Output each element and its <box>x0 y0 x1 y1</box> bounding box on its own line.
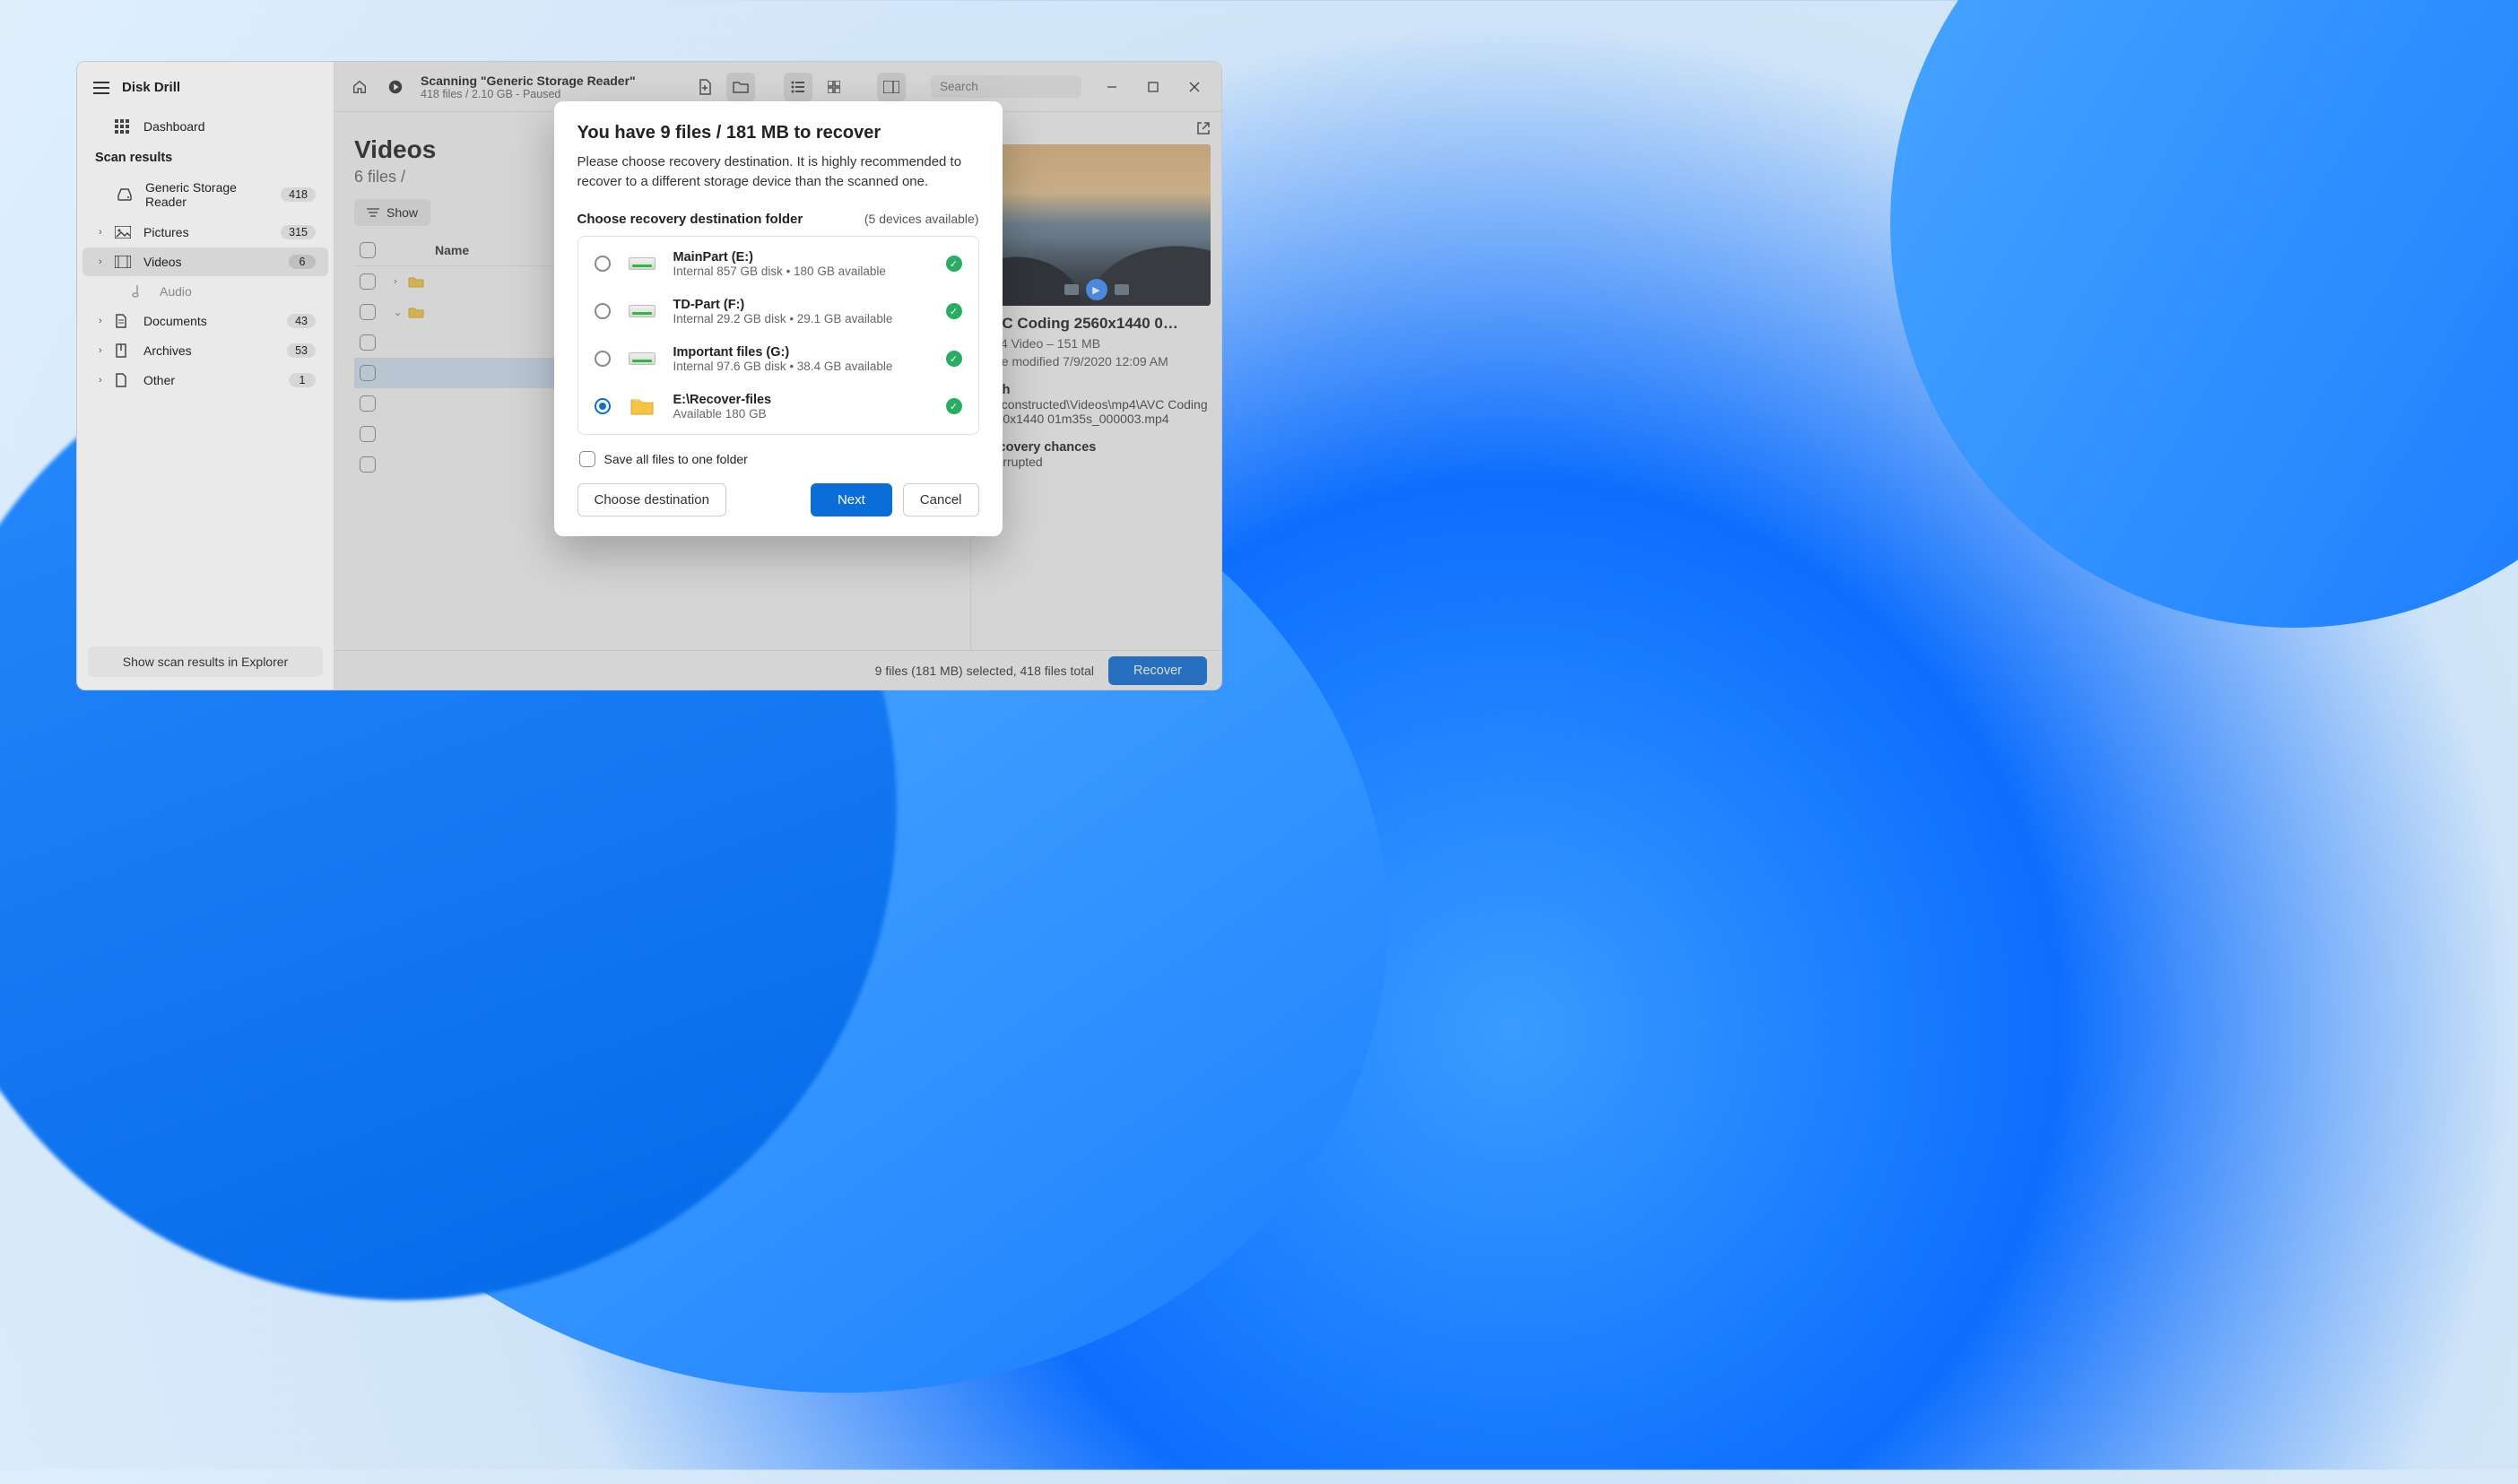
destination-sub: Internal 97.6 GB disk • 38.4 GB availabl… <box>673 360 930 373</box>
sidebar-item-dashboard[interactable]: Dashboard <box>82 112 328 141</box>
chevron-right-icon: › <box>99 375 109 386</box>
chevron-right-icon: › <box>99 256 109 267</box>
sidebar-item-count: 315 <box>281 225 316 239</box>
save-to-one-folder-checkbox[interactable] <box>579 451 595 467</box>
sidebar-item-label: Pictures <box>143 225 281 239</box>
sidebar-heading-results: Scan results <box>77 142 334 172</box>
destination-sub: Internal 857 GB disk • 180 GB available <box>673 265 930 278</box>
check-ok-icon: ✓ <box>946 351 962 367</box>
check-ok-icon: ✓ <box>946 303 962 319</box>
sidebar-item-videos[interactable]: › Videos6 <box>82 247 328 276</box>
sidebar: Disk Drill Dashboard Scan results Generi… <box>77 62 334 690</box>
sidebar-item-archives[interactable]: › Archives53 <box>82 336 328 365</box>
sidebar-item-other[interactable]: › Other1 <box>82 366 328 395</box>
sidebar-item-documents[interactable]: › Documents43 <box>82 307 328 335</box>
documents-icon <box>115 314 135 328</box>
drive-icon <box>627 300 657 322</box>
chevron-right-icon: › <box>99 345 109 356</box>
sidebar-item-device[interactable]: Generic Storage Reader 418 <box>82 173 328 216</box>
sidebar-item-count: 1 <box>289 373 316 387</box>
chevron-right-icon: › <box>99 316 109 326</box>
destination-sub: Internal 29.2 GB disk • 29.1 GB availabl… <box>673 312 930 325</box>
sidebar-item-label: Other <box>143 373 289 387</box>
menu-icon[interactable] <box>93 82 109 94</box>
dashboard-label: Dashboard <box>143 119 316 134</box>
folder-icon <box>627 395 657 417</box>
check-ok-icon: ✓ <box>946 256 962 272</box>
destination-option[interactable]: Important files (G:)Internal 97.6 GB dis… <box>578 335 978 383</box>
recovery-destination-dialog: You have 9 files / 181 MB to recover Ple… <box>554 101 1003 536</box>
device-label: Generic Storage Reader <box>145 180 281 209</box>
chevron-right-icon: › <box>99 227 109 238</box>
drive-icon <box>627 348 657 369</box>
choose-destination-label: Choose recovery destination folder <box>577 212 803 227</box>
devices-available: (5 devices available) <box>864 212 979 226</box>
destination-radio[interactable] <box>595 351 611 367</box>
next-button[interactable]: Next <box>811 483 892 516</box>
destination-radio[interactable] <box>595 256 611 272</box>
device-count: 418 <box>281 187 316 202</box>
destination-name: TD-Part (F:) <box>673 298 930 312</box>
app-title: Disk Drill <box>122 80 180 95</box>
sidebar-item-count: 43 <box>287 314 316 328</box>
pictures-icon <box>115 226 135 239</box>
dashboard-icon <box>115 119 135 134</box>
sidebar-item-label: Videos <box>143 255 289 269</box>
sidebar-item-count: 53 <box>287 343 316 358</box>
audio-icon <box>131 284 151 299</box>
check-ok-icon: ✓ <box>946 398 962 414</box>
videos-icon <box>115 256 135 268</box>
cancel-button[interactable]: Cancel <box>903 483 979 516</box>
archives-icon <box>115 343 135 358</box>
drive-icon <box>627 253 657 274</box>
destination-name: Important files (G:) <box>673 345 930 360</box>
modal-backdrop[interactable]: You have 9 files / 181 MB to recover Ple… <box>334 62 1221 690</box>
destination-sub: Available 180 GB <box>673 407 930 421</box>
save-to-one-folder-label: Save all files to one folder <box>604 452 748 466</box>
sidebar-item-label: Archives <box>143 343 287 358</box>
choose-destination-button[interactable]: Choose destination <box>577 483 726 516</box>
destination-name: MainPart (E:) <box>673 250 930 265</box>
sidebar-item-audio[interactable]: Audio <box>82 277 328 306</box>
destination-option[interactable]: TD-Part (F:)Internal 29.2 GB disk • 29.1… <box>578 288 978 335</box>
other-icon <box>115 373 135 387</box>
sidebar-item-label: Audio <box>160 284 316 299</box>
sidebar-item-pictures[interactable]: › Pictures315 <box>82 218 328 247</box>
destination-name: E:\Recover-files <box>673 393 930 407</box>
destination-option[interactable]: E:\Recover-filesAvailable 180 GB ✓ <box>578 383 978 430</box>
modal-title: You have 9 files / 181 MB to recover <box>577 123 979 143</box>
modal-description: Please choose recovery destination. It i… <box>577 152 979 192</box>
app-window: Disk Drill Dashboard Scan results Generi… <box>76 61 1222 690</box>
disk-icon <box>117 188 136 201</box>
destination-option[interactable]: MainPart (E:)Internal 857 GB disk • 180 … <box>578 240 978 288</box>
sidebar-item-label: Documents <box>143 314 287 328</box>
main-area: Scanning "Generic Storage Reader" 418 fi… <box>334 62 1221 690</box>
sidebar-item-count: 6 <box>289 255 316 269</box>
destination-list: MainPart (E:)Internal 857 GB disk • 180 … <box>577 236 979 435</box>
destination-radio[interactable] <box>595 303 611 319</box>
destination-radio[interactable] <box>595 398 611 414</box>
show-in-explorer-button[interactable]: Show scan results in Explorer <box>88 647 323 677</box>
